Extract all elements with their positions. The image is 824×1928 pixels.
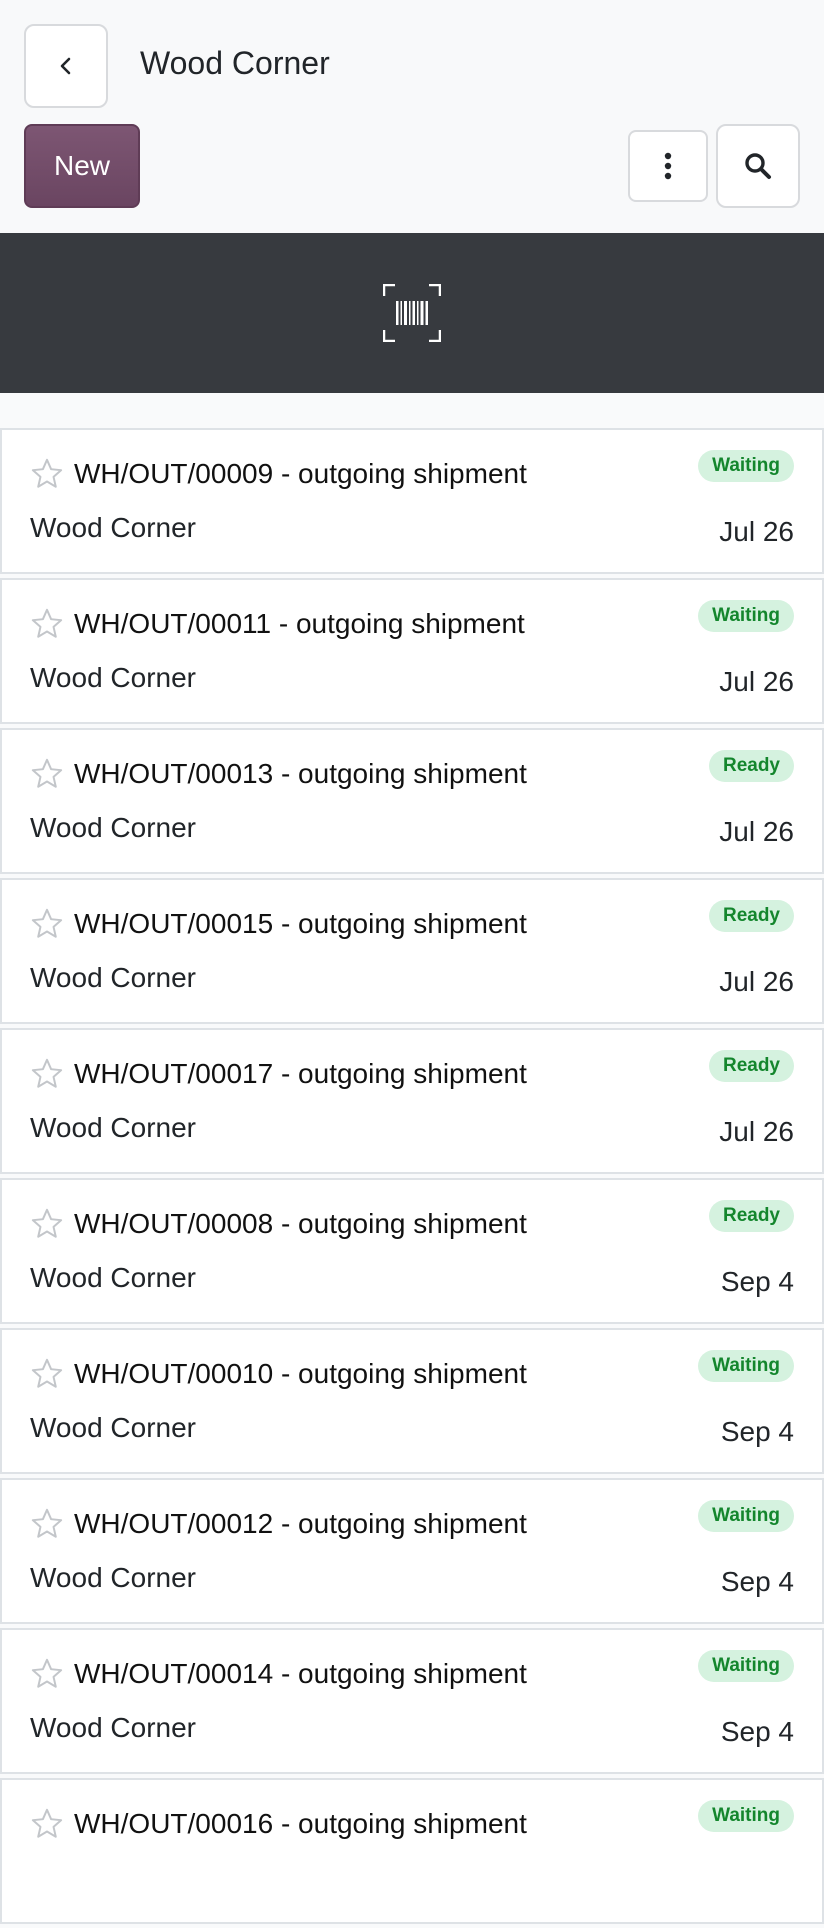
status-badge: Waiting: [698, 450, 794, 482]
scheduled-date: Sep 4: [720, 1266, 794, 1297]
transfer-card[interactable]: WH/OUT/00014 - outgoing shipment Waiting W…: [0, 1628, 824, 1774]
barcode-scan-banner[interactable]: [0, 233, 824, 393]
partner-name: Wood Corner: [30, 512, 197, 543]
scheduled-date: Jul 26: [719, 816, 794, 847]
transfer-card[interactable]: WH/OUT/00017 - outgoing shipment Ready Woo…: [0, 1028, 824, 1174]
transfer-card[interactable]: WH/OUT/00008 - outgoing shipment Ready Woo…: [0, 1178, 824, 1324]
scheduled-date: Sep 4: [720, 1716, 794, 1747]
partner-name: Wood Corner: [30, 1412, 197, 1443]
scheduled-date: Jul 26: [719, 516, 794, 547]
transfer-card[interactable]: WH/OUT/00015 - outgoing shipment Ready Woo…: [0, 878, 824, 1024]
transfer-reference: WH/OUT/00015 - outgoing shipment: [74, 908, 527, 939]
partner-name: Wood Corner: [30, 662, 197, 693]
transfer-reference: WH/OUT/00017 - outgoing shipment: [74, 1058, 527, 1089]
control-panel: Wood Corner New: [0, 0, 824, 233]
barcode-scan-icon: [383, 284, 441, 342]
transfer-reference: WH/OUT/00014 - outgoing shipment: [74, 1658, 527, 1689]
partner-name: Wood Corner: [30, 1112, 197, 1143]
transfer-card[interactable]: WH/OUT/00016 - outgoing shipment Waiting: [0, 1778, 824, 1924]
transfer-card[interactable]: WH/OUT/00011 - outgoing shipment Waiting W…: [0, 578, 824, 724]
partner-name: Wood Corner: [30, 1562, 197, 1593]
chevron-left-icon: [60, 57, 71, 75]
status-badge: Waiting: [698, 1800, 794, 1832]
scheduled-date: Sep 4: [720, 1566, 794, 1597]
star-outline-icon[interactable]: [30, 1657, 64, 1691]
star-outline-icon[interactable]: [30, 1507, 64, 1541]
transfer-list: WH/OUT/00009 - outgoing shipment Waiting W…: [0, 428, 824, 1928]
transfer-reference: WH/OUT/00012 - outgoing shipment: [74, 1508, 527, 1539]
status-badge: Ready: [708, 750, 794, 782]
transfer-reference: WH/OUT/00010 - outgoing shipment: [74, 1358, 527, 1389]
search-button[interactable]: [716, 124, 800, 208]
partner-name: Wood Corner: [30, 1712, 197, 1743]
status-badge: Ready: [708, 900, 794, 932]
new-button[interactable]: New: [24, 124, 140, 208]
transfer-card[interactable]: WH/OUT/00009 - outgoing shipment Waiting W…: [0, 428, 824, 574]
star-outline-icon[interactable]: [30, 607, 64, 641]
scheduled-date: Jul 26: [719, 1116, 794, 1147]
star-outline-icon[interactable]: [30, 457, 64, 491]
scheduled-date: Jul 26: [719, 666, 794, 697]
transfer-card[interactable]: WH/OUT/00012 - outgoing shipment Waiting W…: [0, 1478, 824, 1624]
star-outline-icon[interactable]: [30, 1057, 64, 1091]
more-options-button[interactable]: [628, 130, 708, 202]
transfer-reference: WH/OUT/00016 - outgoing shipment: [74, 1808, 527, 1839]
status-badge: Waiting: [698, 600, 794, 632]
transfer-reference: WH/OUT/00008 - outgoing shipment: [74, 1208, 527, 1239]
status-badge: Waiting: [698, 1650, 794, 1682]
page-title: Wood Corner: [140, 45, 330, 81]
partner-name: Wood Corner: [30, 812, 197, 843]
star-outline-icon[interactable]: [30, 757, 64, 791]
partner-name: Wood Corner: [30, 962, 197, 993]
star-outline-icon[interactable]: [30, 907, 64, 941]
status-badge: Ready: [708, 1050, 794, 1082]
transfer-reference: WH/OUT/00009 - outgoing shipment: [74, 458, 527, 489]
scheduled-date: Jul 26: [719, 966, 794, 997]
star-outline-icon[interactable]: [30, 1207, 64, 1241]
status-badge: Waiting: [698, 1500, 794, 1532]
status-badge: Ready: [708, 1200, 794, 1232]
transfer-card[interactable]: WH/OUT/00013 - outgoing shipment Ready Woo…: [0, 728, 824, 874]
star-outline-icon[interactable]: [30, 1807, 64, 1841]
star-outline-icon[interactable]: [30, 1357, 64, 1391]
scheduled-date: Sep 4: [720, 1416, 794, 1447]
transfer-reference: WH/OUT/00011 - outgoing shipment: [74, 608, 525, 639]
partner-name: Wood Corner: [30, 1262, 197, 1293]
status-badge: Waiting: [698, 1350, 794, 1382]
transfer-reference: WH/OUT/00013 - outgoing shipment: [74, 758, 527, 789]
vertical-ellipsis-icon: [664, 152, 672, 180]
search-icon: [745, 153, 771, 179]
transfer-card[interactable]: WH/OUT/00010 - outgoing shipment Waiting W…: [0, 1328, 824, 1474]
back-button[interactable]: [24, 24, 108, 108]
